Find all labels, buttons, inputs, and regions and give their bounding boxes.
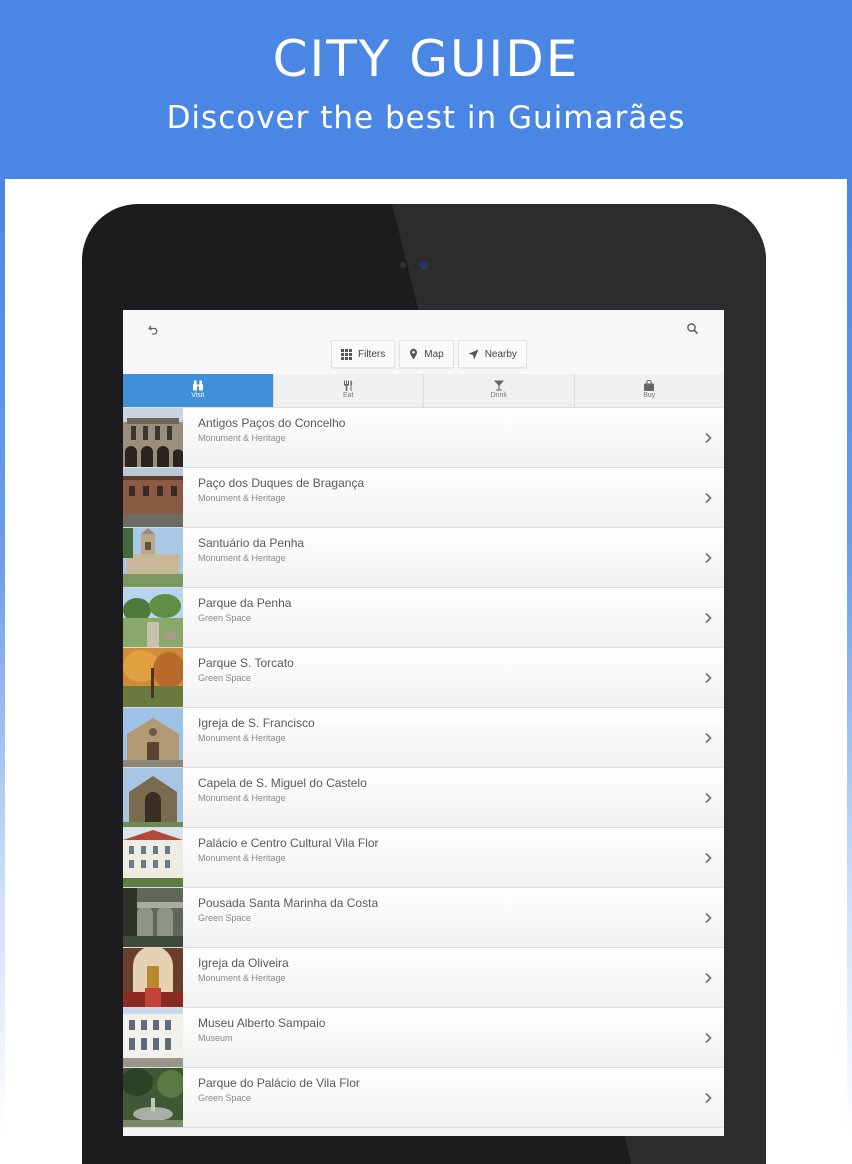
- chevron-right-icon: [702, 431, 714, 444]
- search-icon[interactable]: [686, 322, 700, 336]
- place-list-item[interactable]: Palácio e Centro Cultural Vila Flor Monum…: [123, 828, 724, 888]
- place-list-item[interactable]: Santuário da Penha Monument & Heritage: [123, 528, 724, 588]
- app-toolbar: Filters Map Nearby: [123, 310, 724, 374]
- place-title: Museu Alberto Sampaio: [198, 1016, 326, 1030]
- place-category: Monument & Heritage: [198, 973, 286, 983]
- place-category: Green Space: [198, 673, 252, 683]
- place-category: Monument & Heritage: [198, 493, 286, 503]
- place-category: Museum: [198, 1033, 233, 1043]
- place-title: Palácio e Centro Cultural Vila Flor: [198, 836, 379, 850]
- map-pin-icon: [410, 348, 418, 360]
- tab-buy-label: Buy: [643, 392, 656, 399]
- side-gradient-left: [0, 179, 5, 1136]
- place-list-item[interactable]: Igreja de S. Francisco Monument & Heritag…: [123, 708, 724, 768]
- place-title: Antigos Paços do Concelho: [198, 416, 346, 430]
- chevron-right-icon: [702, 911, 714, 924]
- places-list: Antigos Paços do Concelho Monument & Heri…: [123, 408, 724, 1128]
- tab-drink-label: Drink: [490, 392, 507, 399]
- banner-subtitle: Discover the best in Guimarães: [166, 100, 686, 136]
- place-title: Igreja da Oliveira: [198, 956, 289, 970]
- place-list-item[interactable]: Parque S. Torcato Green Space: [123, 648, 724, 708]
- place-list-item[interactable]: Museu Alberto Sampaio Museum: [123, 1008, 724, 1068]
- tab-buy[interactable]: Buy: [575, 374, 725, 407]
- place-category: Monument & Heritage: [198, 853, 286, 863]
- place-category: Monument & Heritage: [198, 553, 286, 563]
- place-list-item[interactable]: Pousada Santa Marinha da Costa Green Spac…: [123, 888, 724, 948]
- tab-eat[interactable]: Eat: [274, 374, 424, 407]
- place-title: Pousada Santa Marinha da Costa: [198, 896, 379, 910]
- tablet-sensor: [400, 262, 406, 268]
- category-tabs: Visit Eat Drink Buy: [123, 374, 724, 408]
- place-thumbnail: [123, 708, 183, 767]
- place-thumbnail: [123, 888, 183, 947]
- app-screen: Filters Map Nearby Visit Eat Drink Buy A…: [123, 310, 724, 1136]
- tablet-camera: [421, 262, 427, 268]
- filters-button[interactable]: Filters: [331, 340, 396, 368]
- place-thumbnail: [123, 408, 183, 467]
- filters-label: Filters: [358, 348, 386, 360]
- place-title: Capela de S. Miguel do Castelo: [198, 776, 367, 790]
- chevron-right-icon: [702, 971, 714, 984]
- place-title: Parque S. Torcato: [198, 656, 294, 670]
- tab-eat-label: Eat: [342, 392, 354, 399]
- grid-icon: [341, 348, 352, 360]
- chevron-right-icon: [702, 1031, 714, 1044]
- chevron-right-icon: [702, 791, 714, 804]
- fork-knife-icon: [344, 380, 353, 391]
- place-title: Parque do Palácio de Vila Flor: [198, 1076, 360, 1090]
- place-thumbnail: [123, 768, 183, 827]
- place-thumbnail: [123, 1008, 183, 1067]
- chevron-right-icon: [702, 611, 714, 624]
- place-category: Monument & Heritage: [198, 733, 286, 743]
- place-list-item[interactable]: Parque do Palácio de Vila Flor Green Spac…: [123, 1068, 724, 1128]
- promo-banner: CITY GUIDE Discover the best in Guimarãe…: [0, 0, 852, 179]
- navigation-arrow-icon: [468, 349, 479, 359]
- tab-visit-label: Visit: [191, 392, 205, 399]
- toolbar-chips: Filters Map Nearby: [331, 340, 527, 368]
- tab-visit[interactable]: Visit: [123, 374, 274, 407]
- place-category: Monument & Heritage: [198, 793, 286, 803]
- place-category: Green Space: [198, 613, 252, 623]
- nearby-label: Nearby: [484, 348, 517, 360]
- cocktail-icon: [493, 380, 504, 391]
- place-title: Igreja de S. Francisco: [198, 716, 315, 730]
- place-category: Monument & Heritage: [198, 433, 286, 443]
- place-list-item[interactable]: Parque da Penha Green Space: [123, 588, 724, 648]
- place-title: Santuário da Penha: [198, 536, 305, 550]
- chevron-right-icon: [702, 1091, 714, 1104]
- place-title: Parque da Penha: [198, 596, 292, 610]
- place-title: Paço dos Duques de Bragança: [198, 476, 365, 490]
- place-category: Green Space: [198, 913, 252, 923]
- banner-title: CITY GUIDE: [272, 30, 580, 88]
- chevron-right-icon: [702, 671, 714, 684]
- place-thumbnail: [123, 828, 183, 887]
- place-list-item[interactable]: Capela de S. Miguel do Castelo Monument &…: [123, 768, 724, 828]
- place-thumbnail: [123, 468, 183, 527]
- shopping-bag-icon: [644, 380, 655, 391]
- place-list-item[interactable]: Paço dos Duques de Bragança Monument & He…: [123, 468, 724, 528]
- place-thumbnail: [123, 648, 183, 707]
- map-button[interactable]: Map: [399, 340, 454, 368]
- chevron-right-icon: [702, 851, 714, 864]
- nearby-button[interactable]: Nearby: [457, 340, 527, 368]
- side-gradient-right: [847, 179, 852, 1136]
- tab-drink[interactable]: Drink: [424, 374, 575, 407]
- chevron-right-icon: [702, 731, 714, 744]
- place-list-item[interactable]: Antigos Paços do Concelho Monument & Heri…: [123, 408, 724, 468]
- place-category: Green Space: [198, 1093, 252, 1103]
- undo-arrow-icon[interactable]: [147, 322, 161, 336]
- chevron-right-icon: [702, 551, 714, 564]
- place-thumbnail: [123, 1068, 183, 1127]
- binoculars-icon: [192, 380, 203, 391]
- map-label: Map: [424, 348, 444, 360]
- place-thumbnail: [123, 528, 183, 587]
- place-thumbnail: [123, 588, 183, 647]
- place-thumbnail: [123, 948, 183, 1007]
- chevron-right-icon: [702, 491, 714, 504]
- place-list-item[interactable]: Igreja da Oliveira Monument & Heritage: [123, 948, 724, 1008]
